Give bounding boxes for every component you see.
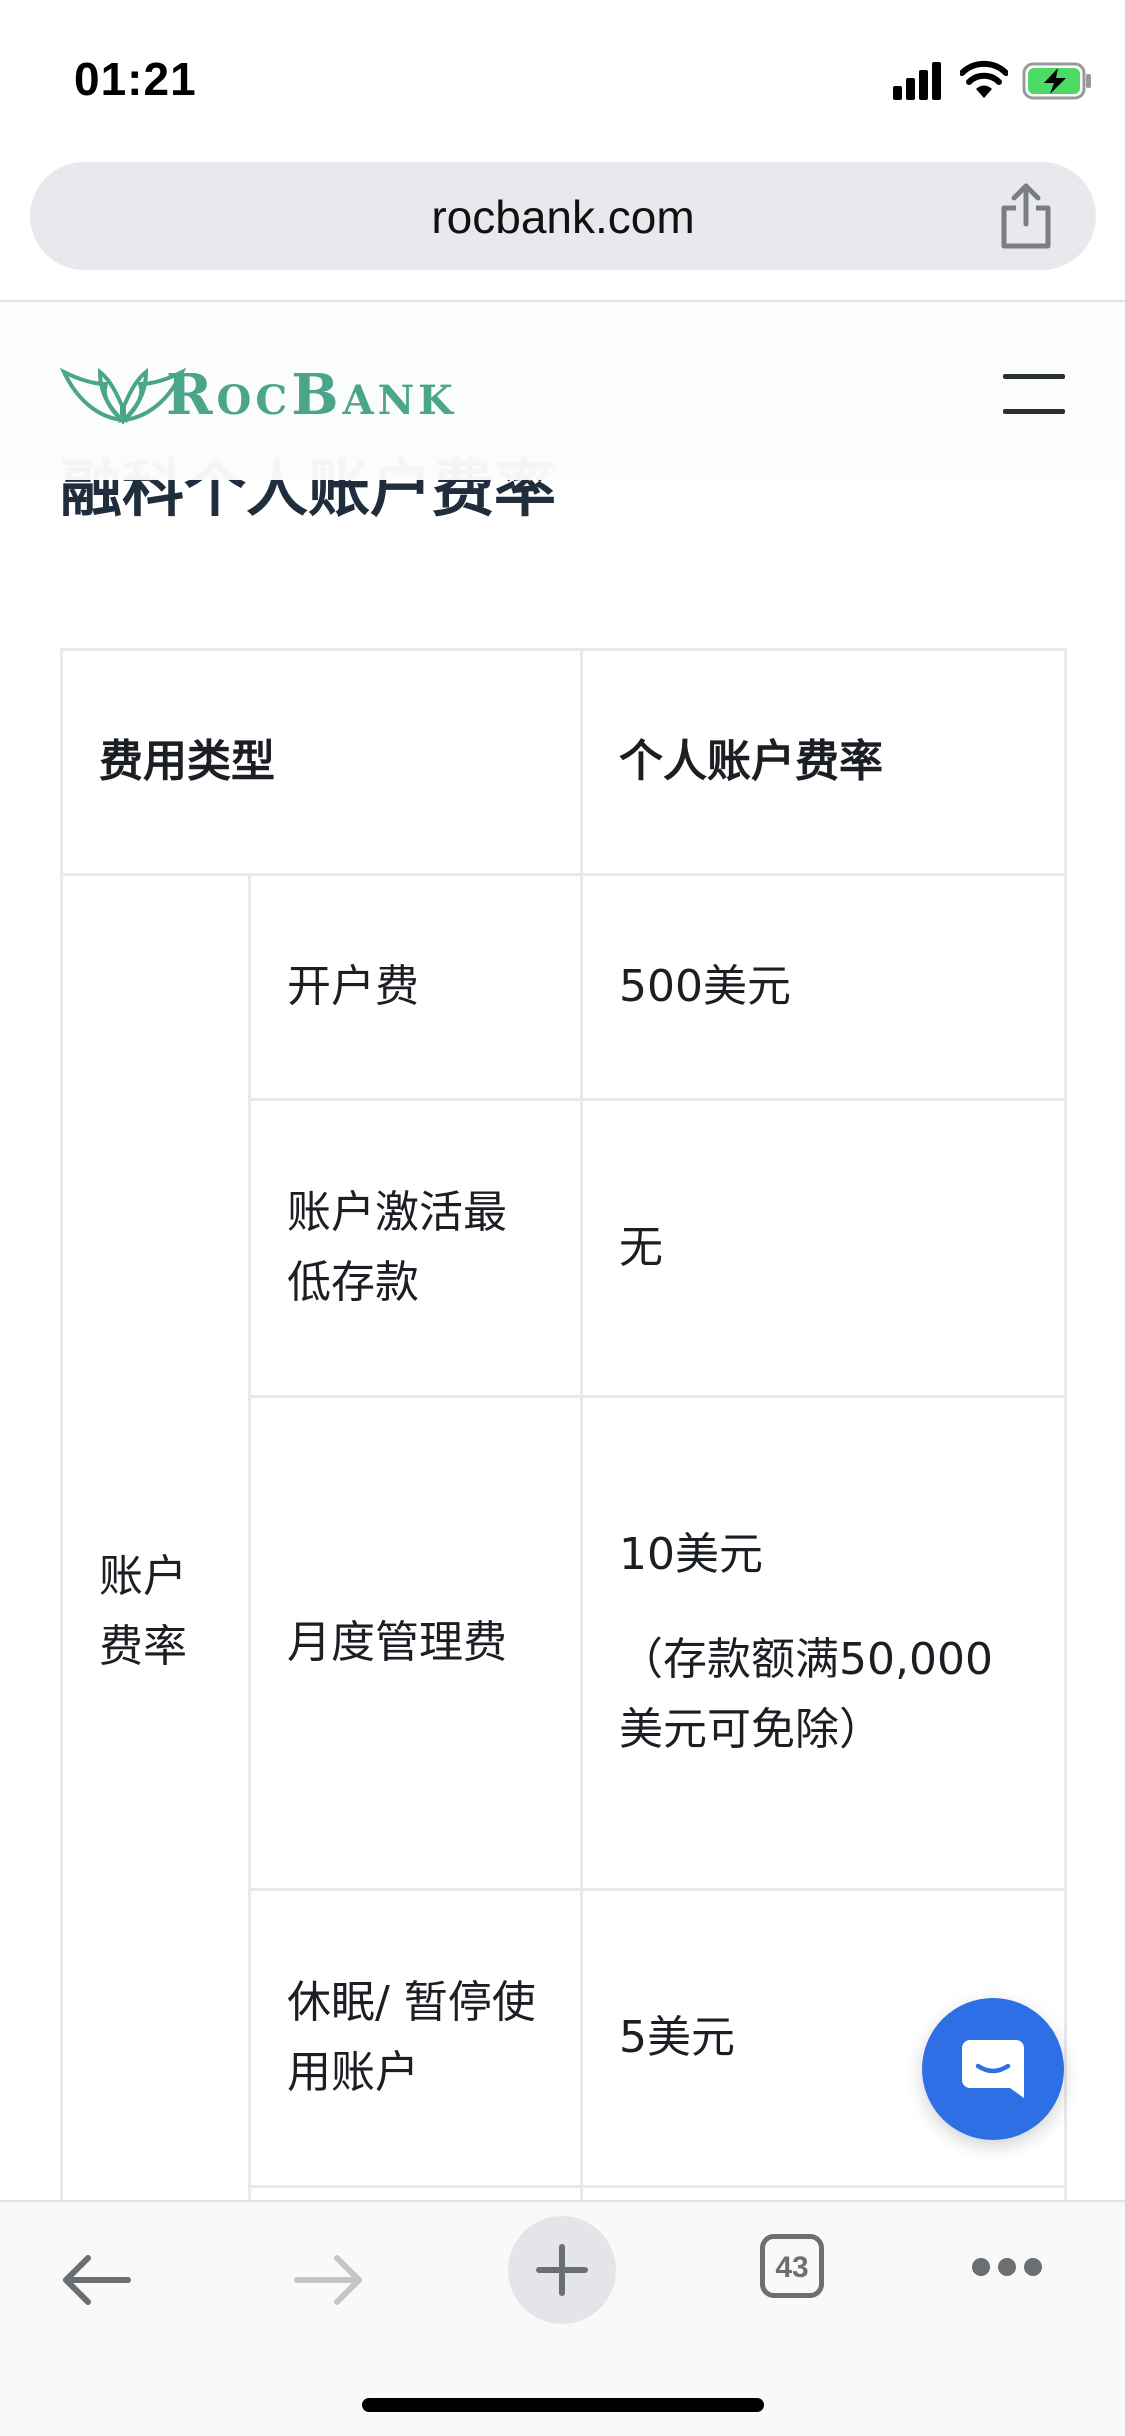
fee-value: 10美元 [619, 1529, 763, 1581]
home-indicator [362, 2398, 764, 2412]
cellular-signal-icon [893, 62, 941, 100]
url-text: rocbank.com [431, 191, 695, 243]
table-row: 账户费率 开户费 500美元 [60, 873, 1067, 2351]
share-icon[interactable] [996, 182, 1056, 250]
fee-item-cell: 休眠/ 暂停使用账户 [248, 1888, 583, 2188]
forward-arrow-icon[interactable] [293, 2250, 365, 2310]
hamburger-menu-icon[interactable] [1003, 372, 1065, 416]
fee-item-cell: 账户激活最低存款 [248, 1098, 583, 1398]
address-bar[interactable]: rocbank.com [30, 162, 1096, 270]
table-header-row: 费用类型 个人账户费率 [60, 648, 1067, 876]
new-tab-button[interactable] [508, 2216, 616, 2324]
header-fee-type: 费用类型 [60, 648, 583, 876]
fee-item-cell: 月度管理费 [248, 1395, 583, 1891]
chat-button[interactable] [922, 1998, 1064, 2140]
status-bar: 01:21 [0, 0, 1125, 150]
fee-value-cell: 无 [580, 1098, 1067, 1398]
header-personal-rate: 个人账户费率 [580, 648, 1067, 876]
site-header: ROCBANK [0, 302, 1125, 480]
battery-charging-icon [1022, 62, 1091, 100]
wifi-icon [960, 60, 1008, 98]
tabs-count-button[interactable]: 43 [760, 2234, 824, 2298]
status-time: 01:21 [74, 53, 197, 105]
fee-table: 费用类型 个人账户费率 账户费率 开户费 500美元 账户激活最低存款 无 月度… [60, 648, 1067, 2351]
screen: 01:21 rocbank.com 融科个人账户费率 ROCBANK 费用类型 … [0, 0, 1125, 2436]
tabs-count: 43 [775, 2251, 809, 2284]
fee-item-cell: 开户费 [248, 873, 583, 1101]
chat-icon [962, 2040, 1024, 2098]
fee-value-cell: 500美元 [580, 873, 1067, 1101]
back-arrow-icon[interactable] [60, 2250, 132, 2310]
fee-note: （存款额满50,000美元可免除） [619, 1633, 993, 1756]
plus-icon [536, 2244, 588, 2296]
group-label-cell: 账户费率 [60, 873, 251, 2351]
brand-wordmark[interactable]: ROCBANK [166, 362, 457, 428]
browser-bottom-toolbar: 43 [0, 2200, 1125, 2436]
more-dots-icon[interactable] [972, 2258, 1042, 2278]
fee-value-cell: 10美元 （存款额满50,000美元可免除） [580, 1395, 1067, 1891]
